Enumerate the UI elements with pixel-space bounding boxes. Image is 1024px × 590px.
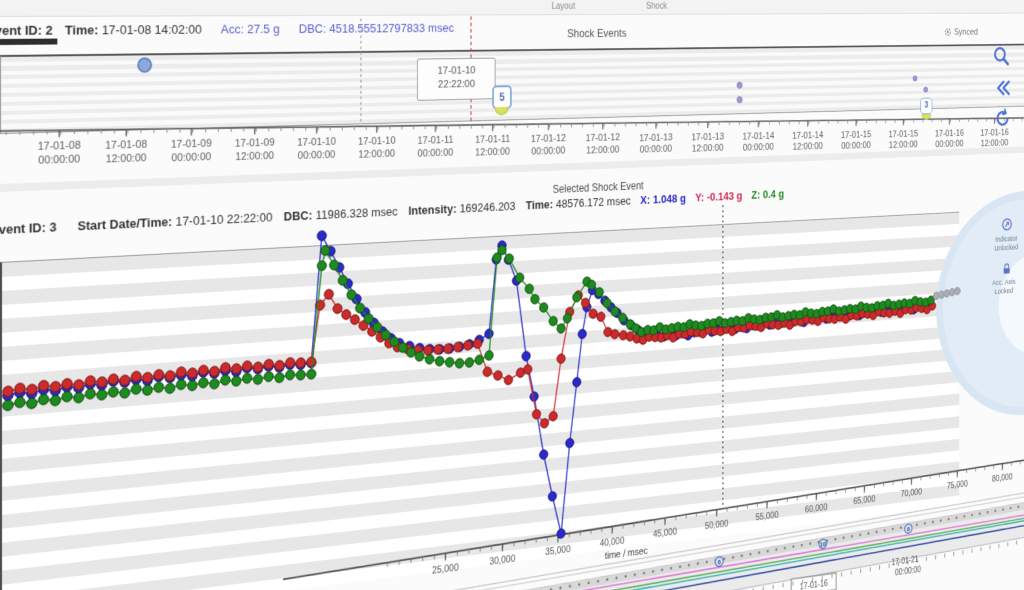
timeline-date: 17-01-0900:00:00 [154,138,228,166]
tooltip-date: 17-01-10 [418,64,495,79]
x-tick-label: 40,000 [600,535,625,549]
timeline-date: 17-01-0912:00:00 [219,137,291,165]
svg-text:6: 6 [907,525,910,533]
x-tick-label: 30,000 [489,553,515,567]
event-count-badge-5[interactable]: 5 [492,85,511,109]
timeline-date: 17-01-0800:00:00 [20,139,98,168]
small-event-dot[interactable] [737,97,742,103]
x-tick-label: 55,000 [755,510,778,523]
timeline-date: 17-01-1200:00:00 [516,133,579,159]
svg-text:10: 10 [820,540,826,548]
event-count-badge-3[interactable]: 3 [920,98,932,115]
tooltip-time: 22:22:00 [418,77,495,92]
x-tick-label: 35,000 [545,544,570,558]
x-tick-label: 80,000 [992,472,1013,484]
bottom-mini-timeline[interactable]: 610617-01-1617-01-1917-01-2100:00:00 [396,487,1024,590]
search-icon [992,45,1010,68]
scene: Layout Shock Event ID: 2 Time: 17-01-08 … [0,0,1024,590]
svg-text:6: 6 [718,558,721,566]
tab-layout[interactable]: Layout [552,2,576,12]
timeline-date: 17-01-1312:00:00 [678,131,737,156]
chart-overlay: 25,000 30,000 35,000 40,000 45,000 50,000 55,0… [0,180,1024,590]
timeline-date: 17-01-1412:00:00 [780,130,836,155]
timeline-date: 17-01-1000:00:00 [281,136,351,164]
timeline-date: 17-01-1100:00:00 [402,134,469,161]
small-event-dot[interactable] [924,87,928,92]
x-tick-label: 70,000 [901,487,923,499]
rewind-icon [994,77,1012,100]
x-tick-label: 65,000 [853,494,875,507]
timeline-date: 17-01-1012:00:00 [342,135,410,162]
zoom-button[interactable] [992,45,1011,69]
timeline-tooltip: 17-01-10 22:22:00 [417,58,495,101]
timeline-date: 17-01-1400:00:00 [729,130,787,155]
x-tick-label: 75,000 [947,479,968,491]
small-event-dot[interactable] [737,82,742,88]
timeline-date: 17-01-1512:00:00 [876,128,930,152]
refresh-button[interactable] [994,107,1013,132]
x-tick-label: 45,000 [653,527,677,540]
refresh-icon [994,107,1012,130]
x-axis-title: time / msec [605,546,648,562]
tab-shock[interactable]: Shock [646,2,667,12]
small-event-dot[interactable] [913,76,917,81]
timeline-date: 17-01-1300:00:00 [626,132,686,157]
x-tick-label: 60,000 [805,502,828,515]
faded-sample-dot [954,287,960,295]
x-tick-label: 50,000 [705,518,729,531]
x-tick-label: 25,000 [432,563,459,577]
app-window: Layout Shock Event ID: 2 Time: 17-01-08 … [0,0,1024,590]
event-marker-dot[interactable] [138,58,151,72]
mini-tick-label: 00:00:00 [895,565,921,578]
series-X[interactable] [3,201,933,590]
timeline-date: 17-01-1112:00:00 [460,134,525,160]
back-button[interactable] [994,77,1013,101]
timeline-date: 17-01-0812:00:00 [88,138,164,167]
timeline-date: 17-01-1500:00:00 [828,129,883,153]
timeline-date: 17-01-1212:00:00 [572,132,634,158]
